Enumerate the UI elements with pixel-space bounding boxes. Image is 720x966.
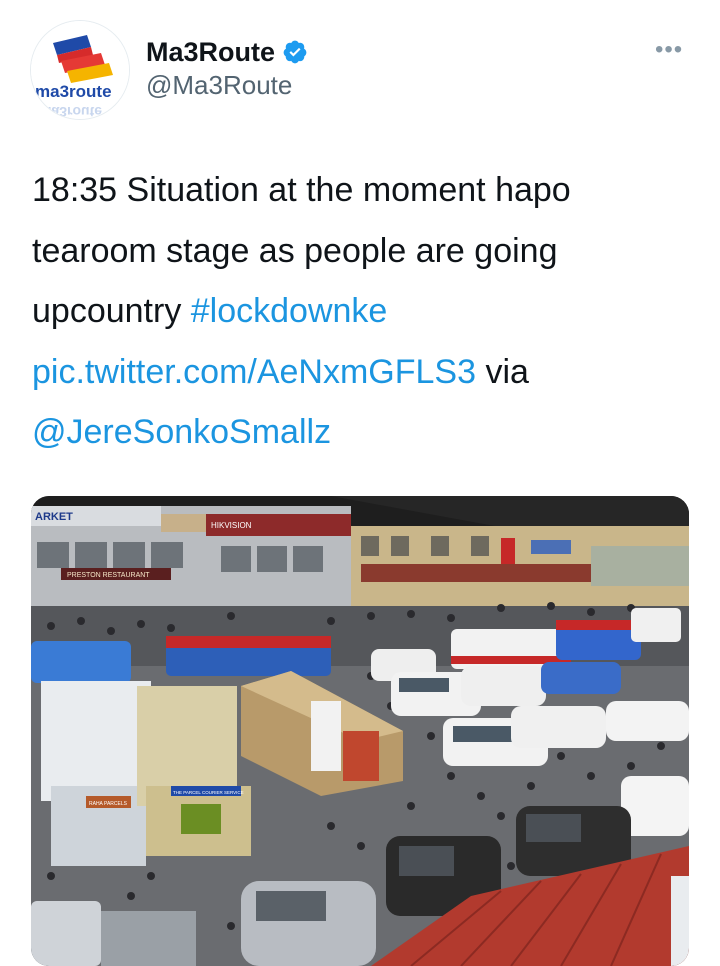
sign-hikvision: HIKVISION bbox=[211, 521, 252, 530]
via-text: via bbox=[476, 352, 529, 391]
ma3route-logo-icon: ma3route ma3route bbox=[31, 21, 129, 119]
tweet-header: ma3route ma3route Ma3Route @Ma3Route ••• bbox=[0, 0, 720, 130]
avatar[interactable]: ma3route ma3route bbox=[30, 20, 130, 120]
sign-restaurant: PRESTON RESTAURANT bbox=[67, 572, 150, 579]
sign-raha-parcels: RAHA PARCELS bbox=[89, 801, 128, 807]
hashtag-link[interactable]: #lockdownke bbox=[191, 292, 388, 330]
svg-text:ma3route: ma3route bbox=[39, 104, 102, 119]
sign-parcel-courier: THE PARCEL COURIER SERVICE bbox=[173, 790, 244, 795]
tweet-text: 18:35 Situation at the moment hapo tearo… bbox=[32, 160, 702, 463]
street-scene-image: ARKET HIKVISION PRESTON RESTAURANT RAHA … bbox=[31, 496, 689, 966]
mention-link[interactable]: @JereSonkoSmallz bbox=[32, 413, 331, 451]
display-name[interactable]: Ma3Route bbox=[146, 37, 275, 68]
tweet-photo[interactable]: ARKET HIKVISION PRESTON RESTAURANT RAHA … bbox=[31, 496, 689, 966]
more-options-icon[interactable]: ••• bbox=[655, 36, 683, 64]
tweet-time: 18:35 bbox=[32, 171, 118, 209]
name-row: Ma3Route bbox=[146, 34, 308, 70]
verified-badge-icon bbox=[283, 40, 307, 64]
pic-link[interactable]: pic.twitter.com/AeNxmGFLS3 bbox=[32, 353, 476, 391]
sign-market: ARKET bbox=[35, 511, 73, 523]
account-handle[interactable]: @Ma3Route bbox=[146, 70, 292, 101]
avatar-logo-text: ma3route bbox=[35, 82, 112, 101]
